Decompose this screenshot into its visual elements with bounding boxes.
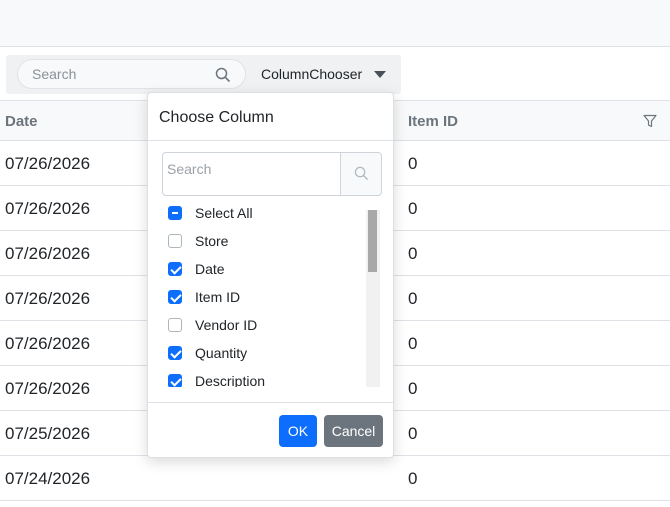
ok-button[interactable]: OK xyxy=(279,415,317,447)
checkbox[interactable] xyxy=(168,262,182,276)
column-option-label: Quantity xyxy=(195,345,248,361)
filter-icon[interactable] xyxy=(642,113,658,129)
scrollbar[interactable] xyxy=(366,210,380,387)
column-option-label: Description xyxy=(195,373,266,387)
column-header-date[interactable]: Date xyxy=(5,113,38,130)
dialog-search[interactable] xyxy=(162,152,382,196)
search-input[interactable] xyxy=(32,66,202,82)
cell-date: 07/25/2026 xyxy=(5,424,91,443)
scrollbar-thumb[interactable] xyxy=(368,210,377,272)
column-option-label: Vendor ID xyxy=(195,317,258,333)
column-option[interactable]: Select All xyxy=(168,206,253,223)
cell-date: 07/26/2026 xyxy=(5,289,91,308)
checkbox[interactable] xyxy=(168,374,182,387)
column-option[interactable]: Vendor ID xyxy=(168,315,257,335)
column-chooser-dialog: Choose Column Select All Store Date Item ID… xyxy=(147,92,394,458)
column-option-label: Item ID xyxy=(195,289,241,305)
column-option[interactable]: Item ID xyxy=(168,287,240,307)
column-option-label: Date xyxy=(195,261,225,277)
grid-toolbar: ColumnChooser xyxy=(6,55,401,94)
toolbar-search[interactable] xyxy=(17,59,246,89)
checkbox[interactable] xyxy=(168,290,182,304)
cell-item-id: 0 xyxy=(408,469,418,488)
column-option-label: Store xyxy=(195,233,229,249)
divider xyxy=(148,402,393,403)
checkbox[interactable] xyxy=(168,206,182,220)
column-option[interactable]: Date xyxy=(168,259,225,279)
cell-date: 07/26/2026 xyxy=(5,154,91,173)
search-icon[interactable] xyxy=(215,67,231,83)
cell-date: 07/26/2026 xyxy=(5,379,91,398)
cell-item-id: 0 xyxy=(408,334,418,353)
dialog-search-input[interactable] xyxy=(167,161,337,177)
column-header-item-id[interactable]: Item ID xyxy=(408,113,458,130)
cell-item-id: 0 xyxy=(408,289,418,308)
column-option-list: Select All Store Date Item ID Vendor ID Quant… xyxy=(162,206,382,387)
column-option[interactable]: Quantity xyxy=(168,343,247,363)
table-row[interactable]: 07/24/2026 0 xyxy=(0,456,670,501)
cell-item-id: 0 xyxy=(408,379,418,398)
checkbox[interactable] xyxy=(168,346,182,360)
dialog-title: Choose Column xyxy=(159,109,274,126)
dialog-search-button[interactable] xyxy=(340,153,381,195)
cell-date: 07/26/2026 xyxy=(5,199,91,218)
top-bar xyxy=(0,0,670,47)
cell-item-id: 0 xyxy=(408,244,418,263)
column-chooser-button[interactable]: ColumnChooser xyxy=(261,66,387,82)
column-option-label: Select All xyxy=(195,206,253,221)
caret-down-icon xyxy=(374,70,387,78)
cancel-button[interactable]: Cancel xyxy=(324,415,383,447)
cell-item-id: 0 xyxy=(408,424,418,443)
cell-item-id: 0 xyxy=(408,154,418,173)
cell-item-id: 0 xyxy=(408,199,418,218)
divider xyxy=(148,140,393,141)
column-chooser-label: ColumnChooser xyxy=(261,66,363,82)
cell-date: 07/26/2026 xyxy=(5,334,91,353)
column-option[interactable]: Description xyxy=(168,371,265,387)
search-icon xyxy=(354,166,369,181)
checkbox[interactable] xyxy=(168,234,182,248)
column-option[interactable]: Store xyxy=(168,231,228,251)
cell-date: 07/26/2026 xyxy=(5,244,91,263)
checkbox[interactable] xyxy=(168,318,182,332)
cell-date: 07/24/2026 xyxy=(5,469,91,488)
